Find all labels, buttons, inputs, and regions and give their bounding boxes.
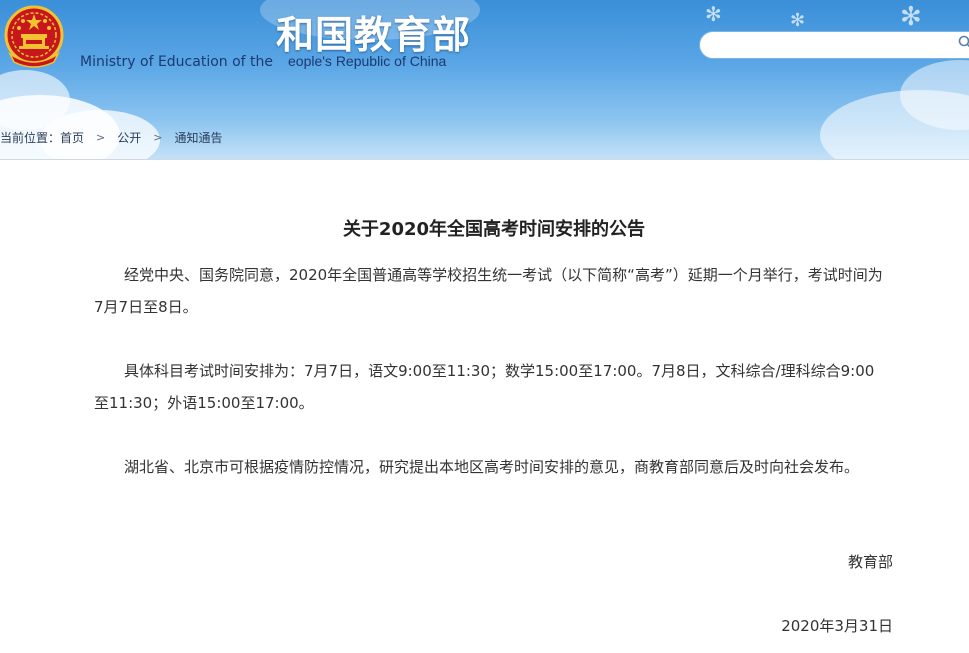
- ministry-name-en-left: Ministry of Education of the: [80, 54, 274, 70]
- ministry-name-cn: 和国教育部: [276, 13, 472, 57]
- cloud-decoration: [820, 90, 969, 160]
- article-paragraph: 具体科目考试时间安排为：7月7日，语文9:00至11:30；数学15:00至17…: [94, 362, 875, 412]
- chevron-right-icon: >: [153, 131, 163, 144]
- breadcrumb-prefix: 当前位置：: [0, 131, 61, 145]
- article-signer: 教育部: [847, 553, 893, 571]
- ministry-name-en: eople's Republic of China: [288, 53, 447, 69]
- snowflake-icon: ✻: [705, 2, 722, 26]
- article-paragraph: 经党中央、国务院同意，2020年全国普通高等学校招生统一考试（以下简称“高考”）…: [94, 266, 883, 316]
- breadcrumb-item-public[interactable]: 公开: [117, 129, 141, 146]
- breadcrumb: 当前位置： 首页 > 公开 > 通知通告: [0, 129, 223, 146]
- snowflake-icon: ✻: [790, 10, 806, 31]
- breadcrumb-item-home[interactable]: 首页: [60, 129, 84, 146]
- breadcrumb-item-notices[interactable]: 通知通告: [174, 129, 222, 146]
- article-title: 关于2020年全国高考时间安排的公告: [342, 219, 646, 240]
- search-input[interactable]: [699, 31, 969, 59]
- article-date: 2020年3月31日: [781, 617, 893, 635]
- chevron-right-icon: >: [96, 131, 106, 144]
- snowflake-icon: ✻: [900, 2, 922, 32]
- search-icon[interactable]: [958, 35, 969, 49]
- national-emblem-icon: [4, 5, 64, 68]
- article-paragraph: 湖北省、北京市可根据疫情防控情况，研究提出本地区高考时间安排的意见，商教育部同意…: [124, 458, 860, 476]
- header-banner: ✻ ✻ ✻ Ministry of Education of the 和国教育部…: [0, 0, 969, 160]
- header-divider: [0, 159, 969, 160]
